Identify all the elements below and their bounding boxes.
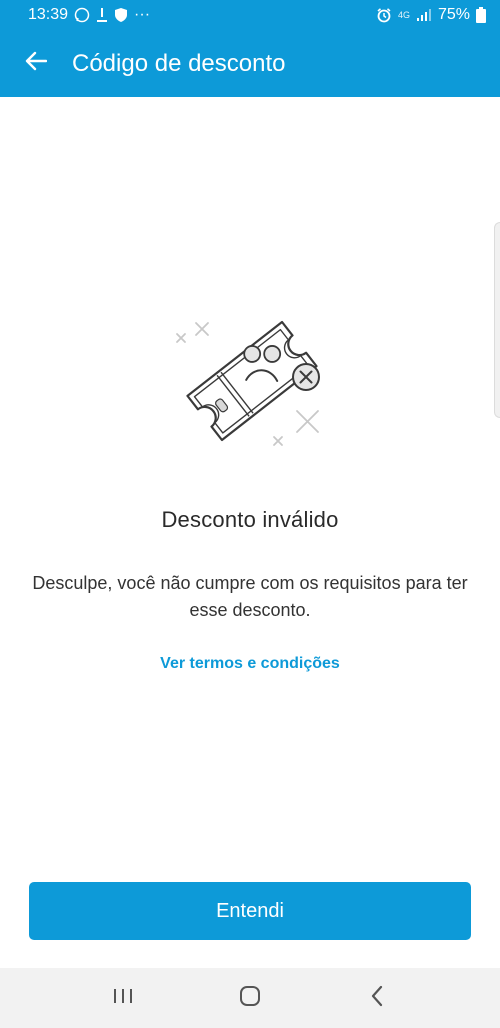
battery-level: 75% [437,6,470,23]
shield-icon [114,7,128,23]
status-right: 4G 75% [376,6,486,24]
status-bar: 13:39 ··· 4G 75% [0,0,500,30]
scroll-indicator[interactable] [494,222,500,418]
confirm-button[interactable]: Entendi [29,882,471,940]
status-time: 13:39 [28,6,69,23]
home-icon [239,985,261,1012]
system-nav-bar [0,968,500,1028]
error-title: Desconto inválido [161,507,339,532]
battery-icon [476,7,486,23]
download-alert-icon [96,7,108,23]
invalid-coupon-icon [160,298,340,468]
back-button[interactable] [0,30,72,97]
terms-link[interactable]: Ver termos e condições [0,655,500,673]
recent-apps-icon [112,987,134,1010]
recent-apps-button[interactable] [93,968,153,1028]
more-notifications-icon: ··· [134,6,151,23]
status-left: 13:39 ··· [28,6,150,24]
app-bar: Código de desconto [0,30,500,97]
signal-icon [416,8,432,22]
alarm-icon [376,7,392,23]
arrow-left-icon [25,51,48,76]
system-back-button[interactable] [347,968,407,1028]
network-type: 4G [397,9,410,20]
error-description: Desculpe, você não cumpre com os requisi… [32,573,468,620]
home-button[interactable] [220,968,280,1028]
back-chevron-icon [370,985,384,1012]
whatsapp-icon [74,7,90,23]
page-title: Código de desconto [72,49,286,77]
